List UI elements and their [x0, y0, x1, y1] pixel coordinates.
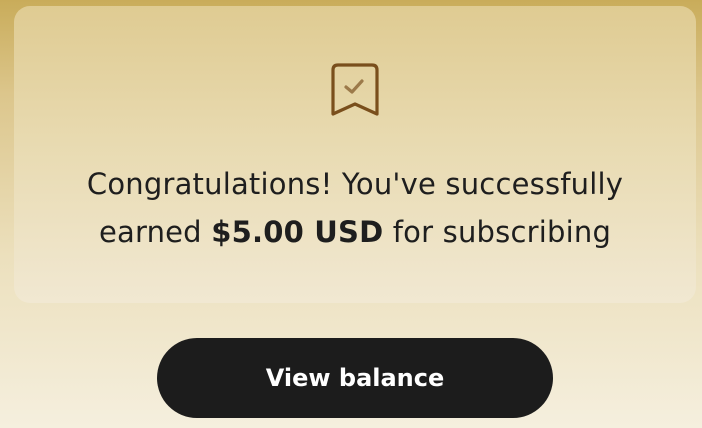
message-line-1: Congratulations! You've successfully	[86, 167, 624, 201]
message-line-2: earned $5.00 USD for subscribing	[14, 208, 696, 256]
bookmark-check-icon	[330, 62, 382, 120]
view-balance-label: View balance	[265, 364, 445, 392]
reward-amount: $5.00 USD	[211, 215, 384, 249]
reward-message: Congratulations! You've successfully ear…	[14, 160, 696, 256]
message-prefix: earned	[98, 215, 212, 249]
message-suffix: for subscribing	[383, 215, 612, 249]
reward-card	[14, 6, 696, 303]
view-balance-button[interactable]: View balance	[157, 338, 553, 418]
